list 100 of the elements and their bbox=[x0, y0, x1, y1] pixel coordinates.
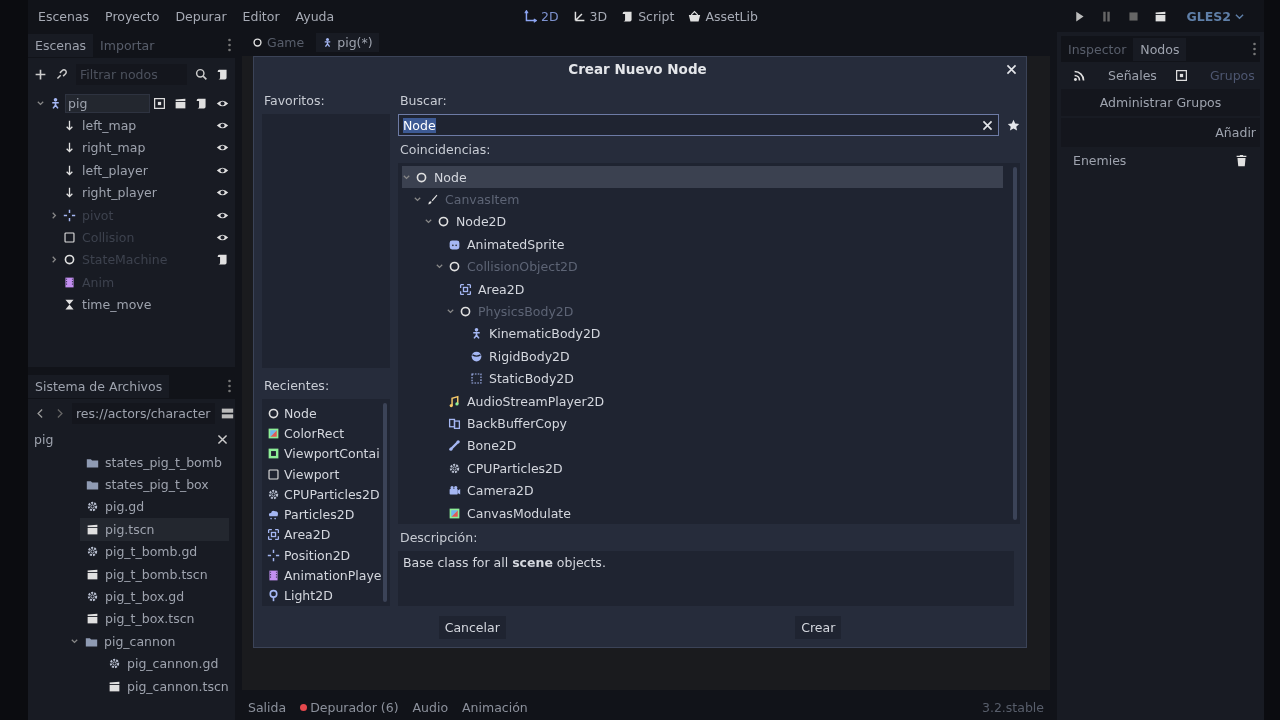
menu-item[interactable]: Editor bbox=[236, 5, 286, 27]
file-item[interactable]: pig_t_bomb.gd bbox=[80, 540, 229, 563]
search-field[interactable]: Node bbox=[398, 114, 999, 136]
more-icon[interactable] bbox=[228, 379, 231, 393]
dock-tab[interactable]: Sistema de Archivos bbox=[28, 374, 170, 398]
description-text: Base class for all scene objects. bbox=[398, 551, 1014, 606]
gear-icon bbox=[86, 590, 99, 604]
list-view-icon[interactable] bbox=[220, 407, 234, 420]
panel-tab[interactable]: Audio bbox=[412, 699, 449, 715]
recent-item[interactable]: Node bbox=[267, 403, 383, 424]
scrollbar[interactable] bbox=[383, 403, 387, 602]
workspace-tab[interactable]: AssetLib bbox=[683, 5, 763, 27]
panel-tab[interactable]: Señales bbox=[1069, 66, 1161, 85]
recent-item[interactable]: Light2D bbox=[267, 585, 383, 606]
tree-item[interactable]: left_player bbox=[80, 161, 212, 179]
scene-tab[interactable]: pig(*) bbox=[316, 32, 379, 52]
star-icon[interactable] bbox=[1007, 118, 1020, 132]
film-icon bbox=[63, 275, 76, 289]
caret-icon[interactable] bbox=[402, 172, 411, 182]
dock-tab[interactable]: Escenas bbox=[28, 33, 94, 57]
menu-item[interactable]: Proyecto bbox=[99, 5, 166, 27]
recent-item[interactable]: ViewportContai bbox=[267, 443, 383, 464]
gear-icon bbox=[86, 500, 99, 514]
recent-item[interactable]: Position2D bbox=[267, 545, 383, 566]
clapperboard-icon bbox=[1153, 9, 1167, 23]
filter-field[interactable]: Filtrar nodos bbox=[76, 63, 187, 85]
more-icon[interactable] bbox=[1253, 42, 1256, 56]
file-item[interactable]: pig_cannon.gd bbox=[102, 652, 229, 675]
figure-icon bbox=[470, 327, 483, 341]
path-field[interactable]: res://actors/character bbox=[72, 403, 215, 424]
dialog-button[interactable]: Crear bbox=[795, 616, 842, 639]
brush-icon bbox=[426, 193, 439, 207]
sprite-icon bbox=[448, 237, 461, 251]
recent-item[interactable]: AnimationPlaye bbox=[267, 565, 383, 586]
framed-square-icon bbox=[153, 96, 166, 110]
workspace-tab[interactable]: Script bbox=[616, 5, 680, 27]
panel-tab[interactable]: Depurador (6) bbox=[300, 699, 399, 715]
file-item[interactable]: pig_t_box.gd bbox=[80, 585, 229, 608]
search-icon[interactable] bbox=[195, 67, 208, 81]
file-item[interactable]: pig_t_bomb.tscn bbox=[80, 562, 229, 586]
film-icon bbox=[267, 569, 280, 582]
caret-icon[interactable] bbox=[36, 98, 45, 108]
circle-icon bbox=[267, 406, 280, 420]
bone-icon bbox=[448, 439, 461, 453]
search-label: Buscar: bbox=[399, 92, 448, 110]
tree-item[interactable]: time_move bbox=[80, 296, 229, 314]
link-icon[interactable] bbox=[55, 67, 68, 81]
axes-icon bbox=[572, 9, 586, 23]
group-item[interactable]: Enemies bbox=[1073, 153, 1127, 168]
dock-tab[interactable]: Nodos bbox=[1133, 37, 1187, 61]
search-field[interactable]: pig bbox=[34, 432, 54, 447]
recent-item[interactable]: Area2D bbox=[267, 524, 383, 546]
file-item[interactable]: pig_t_box.tscn bbox=[80, 607, 229, 631]
gradient-square-icon bbox=[267, 426, 280, 440]
gradient-square-icon bbox=[448, 506, 461, 520]
figure-icon bbox=[49, 96, 62, 110]
file-item[interactable]: pig_cannon bbox=[64, 630, 229, 653]
framed-square-icon bbox=[1174, 69, 1188, 82]
menu-item[interactable]: Depurar bbox=[169, 5, 233, 27]
panel-tab[interactable]: Salida bbox=[248, 699, 287, 715]
crosshair-icon bbox=[63, 208, 76, 222]
scrollbar[interactable] bbox=[1013, 167, 1017, 521]
script-icon bbox=[621, 9, 635, 23]
trash-icon bbox=[1235, 154, 1248, 167]
stop-icon[interactable] bbox=[1126, 9, 1140, 23]
file-item[interactable]: pig.gd bbox=[80, 495, 229, 519]
dialog-button[interactable]: Cancelar bbox=[438, 616, 506, 639]
recent-item[interactable]: CPUParticles2D bbox=[267, 484, 383, 505]
add-button[interactable]: Añadir bbox=[1211, 121, 1260, 144]
workspace-tab[interactable]: 3D bbox=[567, 5, 613, 27]
gear-icon bbox=[86, 545, 99, 559]
gear-icon bbox=[108, 657, 121, 671]
menu-item[interactable]: Escenas bbox=[32, 5, 96, 27]
workspace-tab[interactable]: 2D bbox=[519, 5, 564, 27]
tree-item[interactable]: left_map bbox=[80, 117, 212, 135]
caret-icon[interactable] bbox=[70, 636, 79, 646]
version-label: 3.2.stable bbox=[981, 699, 1044, 715]
recent-label: Recientes: bbox=[263, 377, 331, 395]
more-icon[interactable] bbox=[228, 38, 231, 52]
recent-item[interactable]: Particles2D bbox=[267, 504, 383, 525]
favorites-label: Favoritos: bbox=[263, 92, 326, 110]
light-bulb-icon bbox=[267, 589, 280, 603]
panel-tab[interactable]: Animación bbox=[462, 699, 528, 715]
circle-icon bbox=[437, 215, 450, 229]
file-item[interactable]: states_pig_t_box bbox=[80, 473, 229, 496]
renderer-dropdown[interactable]: GLES2 bbox=[1180, 7, 1250, 25]
tree-item[interactable]: pig bbox=[66, 94, 149, 112]
file-item[interactable]: pig_cannon.tscn bbox=[102, 674, 229, 698]
file-item[interactable]: states_pig_t_bomb bbox=[80, 451, 229, 474]
recent-item[interactable]: Viewport bbox=[267, 463, 383, 485]
menu-item[interactable]: Ayuda bbox=[289, 5, 341, 27]
close-icon bbox=[1005, 62, 1018, 76]
add-icon[interactable] bbox=[34, 67, 47, 81]
tree-item[interactable]: right_map bbox=[80, 139, 212, 157]
tree-item[interactable]: right_player bbox=[80, 184, 212, 202]
close-icon[interactable] bbox=[216, 433, 229, 446]
circle-icon bbox=[459, 305, 472, 319]
circle-icon bbox=[63, 253, 76, 267]
recent-item[interactable]: ColorRect bbox=[267, 423, 383, 444]
file-item[interactable]: pig.tscn bbox=[80, 518, 229, 541]
